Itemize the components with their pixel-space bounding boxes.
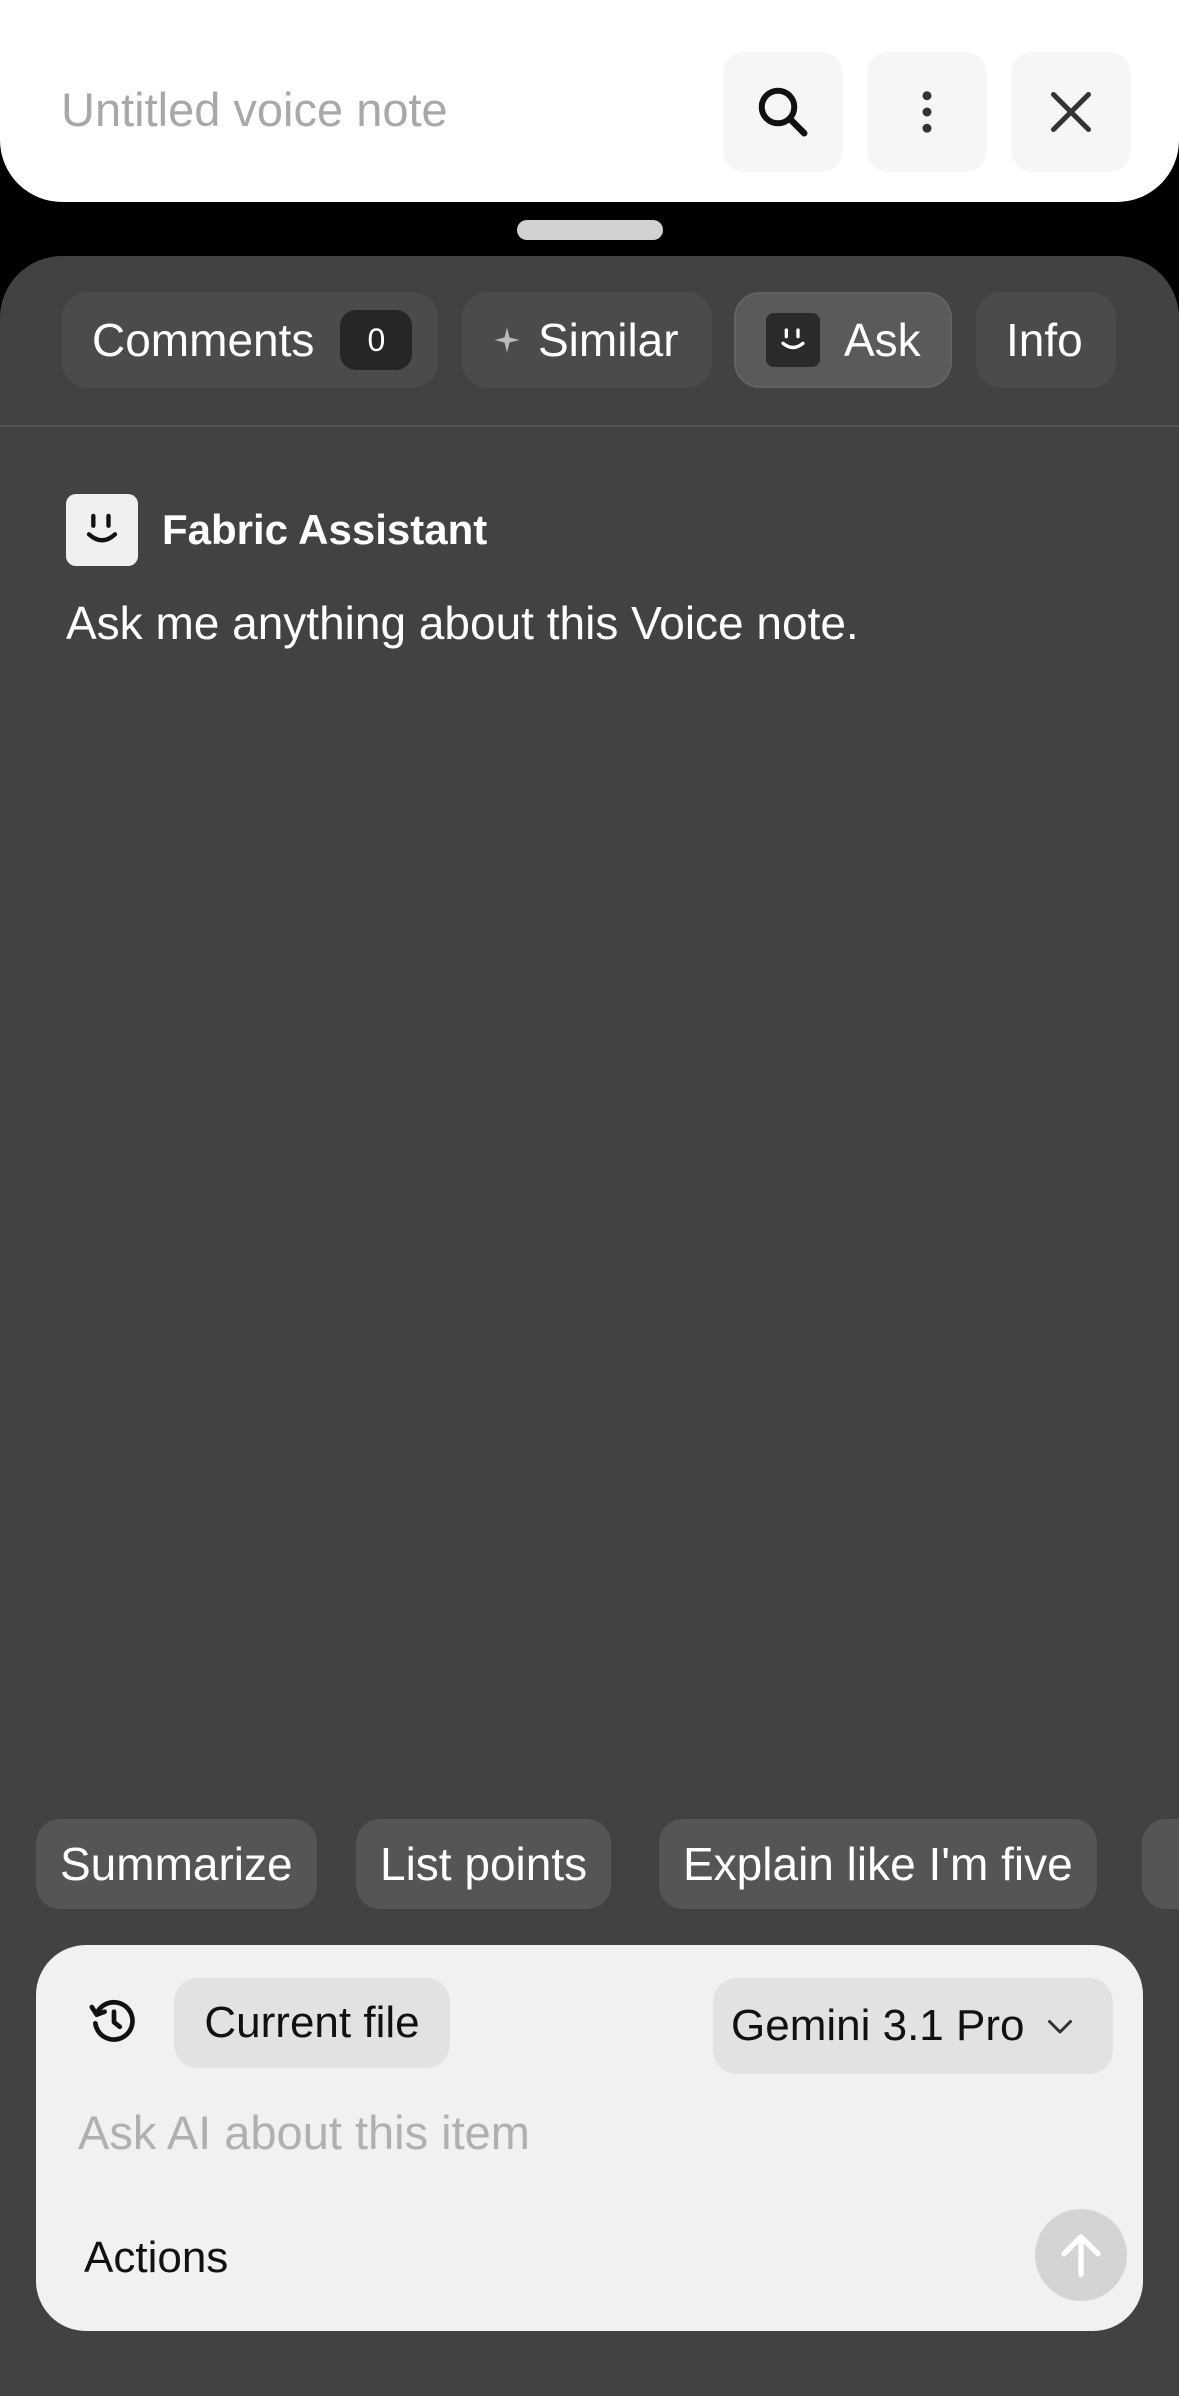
tab-similar-label: Similar: [538, 314, 679, 366]
suggestion-chip[interactable]: Explain like I'm five: [659, 1819, 1097, 1909]
close-button[interactable]: [1011, 52, 1131, 172]
actions-button[interactable]: Actions: [84, 2233, 228, 2283]
tab-ask[interactable]: Ask: [734, 292, 952, 388]
tab-ask-label: Ask: [844, 314, 921, 366]
assistant-face-icon: [766, 313, 820, 367]
scope-label: Current file: [204, 1998, 420, 2047]
tabs-divider: [0, 425, 1179, 427]
more-options-button[interactable]: [867, 52, 987, 172]
ask-panel: Comments 0 Similar Ask Info Fabric Assis…: [0, 256, 1179, 2396]
sheet-drag-handle[interactable]: [517, 220, 663, 240]
ask-ai-input[interactable]: [78, 2097, 1038, 2167]
tab-similar[interactable]: Similar: [462, 292, 712, 388]
search-icon: [758, 87, 808, 137]
tab-info-label: Info: [1006, 314, 1083, 366]
comments-count-badge: 0: [340, 310, 413, 370]
model-selector[interactable]: Gemini 3.1 Pro: [713, 1978, 1113, 2074]
assistant-name: Fabric Assistant: [162, 506, 488, 553]
arrow-up-icon: [1061, 2234, 1101, 2277]
send-button[interactable]: [1035, 2209, 1127, 2301]
suggestion-chip[interactable]: Summarize: [36, 1819, 317, 1909]
more-vertical-icon: [922, 91, 932, 133]
model-label: Gemini 3.1 Pro: [731, 2001, 1025, 2050]
close-icon: [1051, 92, 1091, 132]
top-bar: Untitled voice note: [0, 0, 1179, 202]
suggestion-chip[interactable]: List points: [356, 1819, 612, 1909]
tab-comments-label: Comments: [92, 314, 315, 366]
assistant-message: Ask me anything about this Voice note.: [66, 597, 859, 649]
assistant-face-icon: [66, 494, 138, 566]
chevron-down-icon: [1048, 2020, 1073, 2034]
history-icon[interactable]: [86, 1993, 142, 2049]
tab-info[interactable]: Info: [976, 292, 1116, 388]
scope-selector[interactable]: Current file: [174, 1978, 450, 2068]
suggestion-chip-overflow[interactable]: [1142, 1819, 1179, 1909]
ask-composer: Current file Gemini 3.1 Pro Actions: [36, 1945, 1143, 2331]
tab-comments[interactable]: Comments 0: [62, 292, 438, 388]
search-button[interactable]: [723, 52, 843, 172]
sparkle-icon: [494, 327, 520, 353]
note-title[interactable]: Untitled voice note: [61, 82, 448, 137]
